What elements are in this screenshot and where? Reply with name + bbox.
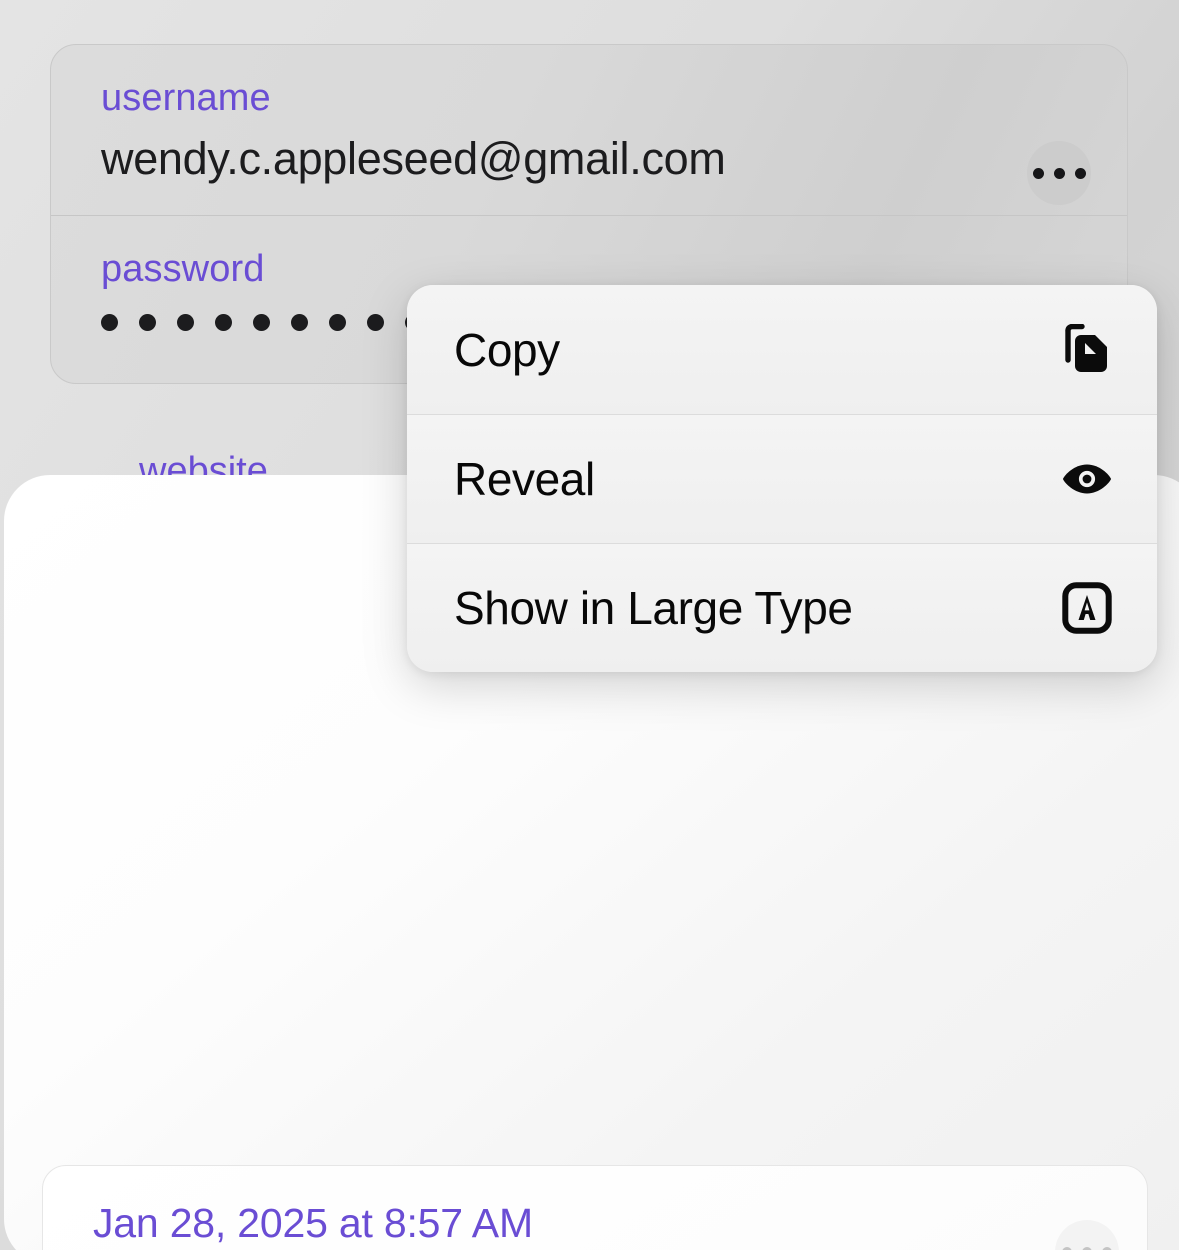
mask-dot <box>215 314 232 331</box>
large-type-icon <box>1061 582 1113 634</box>
menu-item-reveal[interactable]: Reveal <box>407 414 1157 543</box>
mask-dot <box>101 314 118 331</box>
mask-dot <box>139 314 156 331</box>
mask-dot <box>177 314 194 331</box>
mask-dot <box>291 314 308 331</box>
mask-dot <box>367 314 384 331</box>
history-date: Jan 28, 2025 at 8:57 AM <box>93 1200 533 1246</box>
menu-item-label: Copy <box>454 323 560 376</box>
menu-item-label: Reveal <box>454 453 595 505</box>
context-menu: Copy Reveal Show in Large Type <box>407 285 1157 672</box>
mask-dot <box>329 314 346 331</box>
eye-icon <box>1061 453 1113 505</box>
menu-item-copy[interactable]: Copy <box>407 285 1157 414</box>
menu-item-show-in-large-type[interactable]: Show in Large Type <box>407 543 1157 672</box>
mask-dot <box>253 314 270 331</box>
more-dot <box>1032 167 1044 179</box>
username-label: username <box>101 77 271 119</box>
history-list: Jan 28, 2025 at 8:57 AM May 7, 2018 at 1… <box>42 1165 1148 1250</box>
username-value: wendy.c.appleseed@gmail.com <box>101 133 726 184</box>
list-item[interactable]: Jan 28, 2025 at 8:57 AM <box>43 1166 1147 1250</box>
credential-row-username[interactable]: username wendy.c.appleseed@gmail.com <box>51 45 1127 215</box>
username-more-button[interactable] <box>1027 141 1091 205</box>
website-label-peek: website <box>139 450 268 477</box>
menu-item-label: Show in Large Type <box>454 582 853 634</box>
more-dot <box>1053 167 1065 179</box>
copy-icon <box>1061 323 1113 376</box>
more-dot <box>1074 167 1086 179</box>
